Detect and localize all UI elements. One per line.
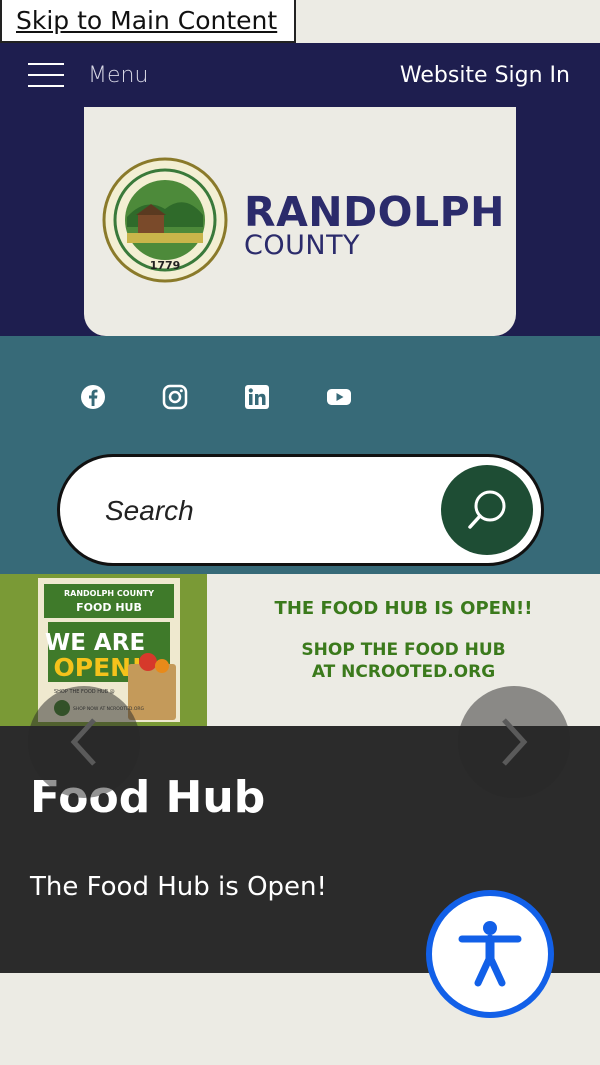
slide-description: The Food Hub is Open! bbox=[30, 872, 327, 902]
skip-to-main-link[interactable]: Skip to Main Content bbox=[0, 0, 296, 43]
chevron-left-icon bbox=[70, 718, 96, 766]
logo-link[interactable]: 1779 RANDOLPH COUNTY bbox=[84, 107, 516, 336]
slide-sub2: AT NCROOTED.ORG bbox=[311, 662, 496, 682]
linkedin-icon[interactable] bbox=[244, 384, 270, 410]
menu-label: Menu bbox=[88, 62, 149, 88]
logo-line1: RANDOLPH bbox=[244, 188, 505, 236]
instagram-icon[interactable] bbox=[162, 384, 188, 410]
county-wordmark: RANDOLPH COUNTY bbox=[244, 191, 505, 259]
website-sign-in-link[interactable]: Website Sign In bbox=[400, 63, 570, 88]
slide-headline: THE FOOD HUB IS OPEN!! bbox=[274, 598, 533, 619]
youtube-icon[interactable] bbox=[326, 384, 352, 410]
chevron-right-icon bbox=[502, 718, 528, 766]
top-bar: Menu Website Sign In bbox=[0, 43, 600, 107]
search-icon bbox=[468, 490, 506, 529]
hamburger-icon bbox=[28, 63, 64, 87]
search-input[interactable] bbox=[105, 485, 425, 537]
accessibility-icon bbox=[458, 921, 522, 987]
slide-sub1: SHOP THE FOOD HUB bbox=[301, 640, 506, 660]
search-bar bbox=[57, 454, 544, 566]
logo-line2: COUNTY bbox=[244, 230, 361, 261]
menu-button[interactable]: Menu bbox=[28, 63, 148, 88]
social-links bbox=[80, 384, 352, 410]
site-header: 1779 RANDOLPH COUNTY bbox=[0, 107, 600, 336]
next-slide-button[interactable] bbox=[458, 686, 570, 798]
facebook-icon[interactable] bbox=[80, 384, 106, 410]
social-search-band bbox=[0, 336, 600, 574]
poster-line2: FOOD HUB bbox=[76, 601, 142, 614]
slide-promo-text: THE FOOD HUB IS OPEN!! SHOP THE FOOD HUB… bbox=[207, 574, 600, 683]
poster-line1: RANDOLPH COUNTY bbox=[64, 589, 154, 598]
previous-slide-button[interactable] bbox=[28, 686, 140, 798]
search-button[interactable] bbox=[441, 465, 533, 555]
county-seal-icon: 1779 bbox=[102, 157, 228, 283]
seal-year: 1779 bbox=[150, 259, 181, 272]
accessibility-button[interactable] bbox=[426, 890, 554, 1018]
